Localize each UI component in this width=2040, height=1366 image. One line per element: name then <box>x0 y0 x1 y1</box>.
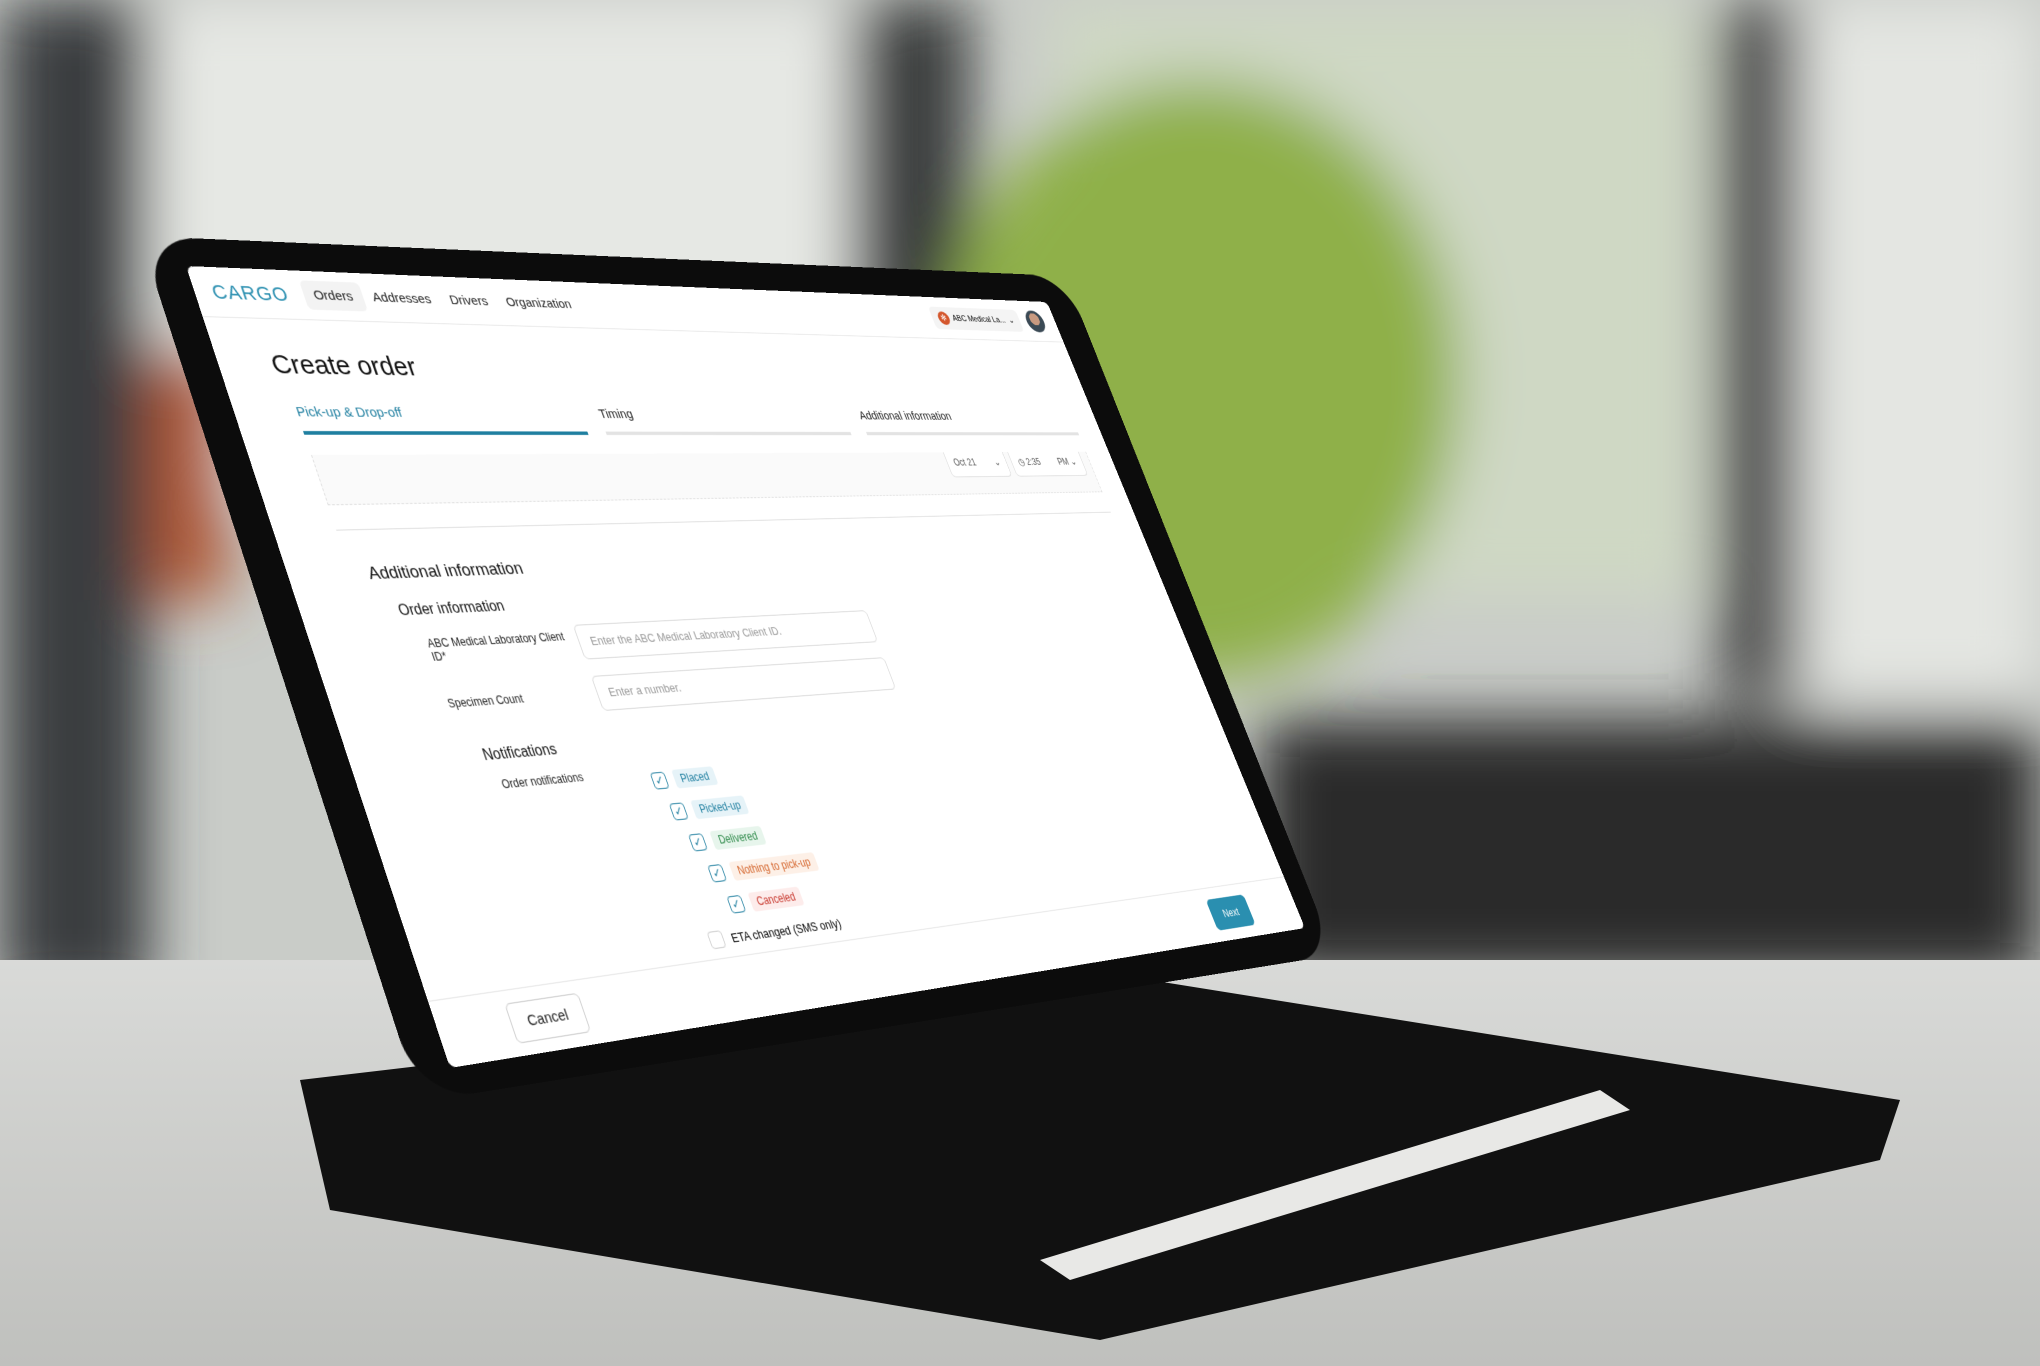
checkbox[interactable] <box>706 930 727 950</box>
checkbox-checked-icon[interactable]: ✓ <box>687 833 708 852</box>
org-name: ABC Medical La... <box>950 313 1007 325</box>
checkbox-checked-icon[interactable]: ✓ <box>668 802 689 821</box>
status-chip: Placed <box>671 766 719 789</box>
org-logo-icon: ✻ <box>935 310 952 325</box>
nav-organization[interactable]: Organization <box>492 288 585 319</box>
tab-pickup-dropoff[interactable]: Pick-up & Drop-off <box>294 404 589 435</box>
chevron-down-icon: ⌄ <box>991 456 1003 468</box>
tab-additional-information[interactable]: Additional information <box>856 409 1080 436</box>
nav-drivers[interactable]: Drivers <box>435 286 502 316</box>
avatar[interactable] <box>1022 309 1049 333</box>
org-switcher[interactable]: ✻ ABC Medical La... ⌄ <box>927 306 1025 332</box>
timing-row: Oct 21 ⌄ ◷ 2:35 PM ⌄ <box>311 451 1103 506</box>
checkbox-checked-icon[interactable]: ✓ <box>649 771 670 790</box>
date-value: Oct 21 <box>951 456 978 468</box>
specimen-count-input[interactable]: Enter a number. <box>590 657 897 712</box>
time-value: 2:35 <box>1024 456 1043 468</box>
date-select[interactable]: Oct 21 ⌄ <box>942 452 1013 478</box>
cargo-logo[interactable]: CARGO <box>208 280 292 306</box>
status-chip: Picked-up <box>690 795 750 820</box>
divider <box>336 511 1111 531</box>
tab-timing[interactable]: Timing <box>596 406 852 436</box>
cancel-button[interactable]: Cancel <box>504 992 592 1044</box>
specimen-count-label: Specimen Count <box>445 692 526 711</box>
nav-addresses[interactable]: Addresses <box>358 283 446 314</box>
nav-orders[interactable]: Orders <box>298 280 368 312</box>
time-select[interactable]: ◷ 2:35 PM ⌄ <box>1007 451 1089 477</box>
order-notifications-label: Order notifications <box>499 770 586 792</box>
next-button[interactable]: Next <box>1205 894 1256 931</box>
client-id-input[interactable]: Enter the ABC Medical Laboratory Client … <box>572 610 879 660</box>
status-chip: Canceled <box>747 886 805 912</box>
status-chip: Nothing to pick-up <box>728 852 820 881</box>
checkbox-checked-icon[interactable]: ✓ <box>707 864 728 883</box>
chevron-down-icon: ⌄ <box>1006 316 1016 326</box>
status-chip: Delivered <box>709 825 767 851</box>
page-title: Create order <box>266 349 421 382</box>
notification-checklist: ✓ Placed ✓ Picked-up ✓ Delivered ✓ Nothing to p… <box>649 720 1270 919</box>
checkbox-checked-icon[interactable]: ✓ <box>726 894 747 914</box>
stepper-tabs: Pick-up & Drop-off Timing Additional inf… <box>294 404 1080 436</box>
eta-label: ETA changed (SMS only) <box>728 915 843 945</box>
client-id-label: ABC Medical Laboratory Client ID* <box>425 630 567 664</box>
chevron-down-icon: ⌄ <box>1068 456 1079 467</box>
